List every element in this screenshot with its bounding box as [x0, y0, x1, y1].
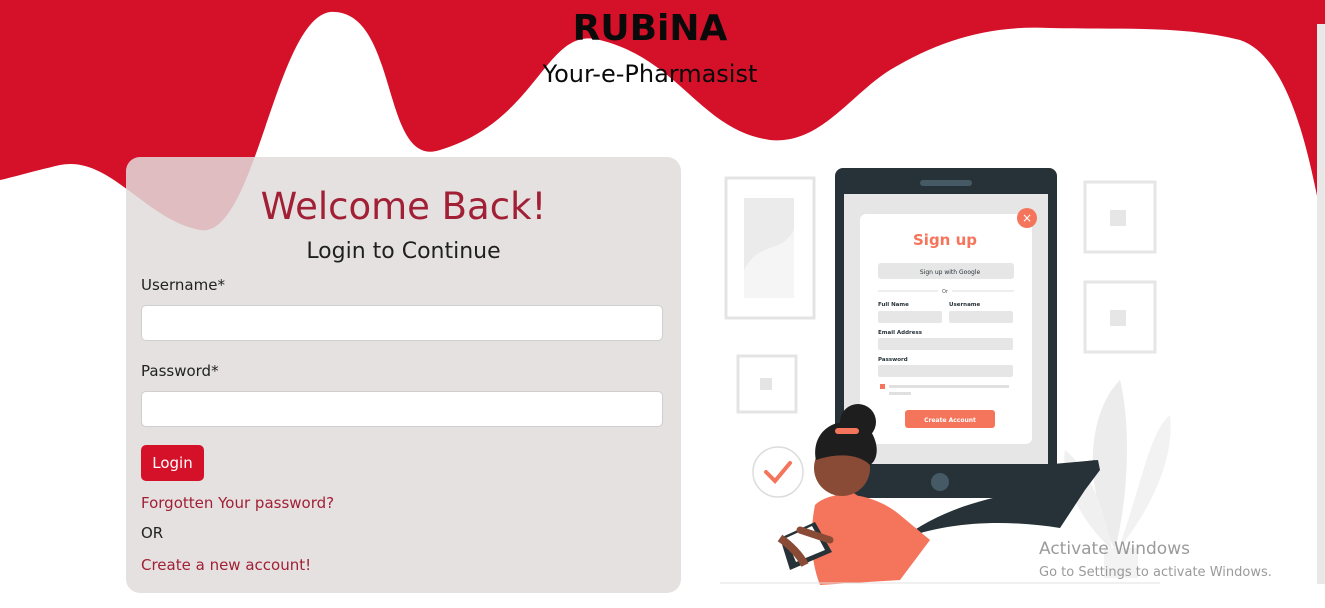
password-label: Password*	[141, 362, 219, 380]
password-text: Password	[878, 357, 908, 363]
email-text: Email Address	[878, 330, 923, 336]
password-input[interactable]	[141, 391, 663, 427]
username-text: Username	[949, 302, 981, 308]
username-label: Username*	[141, 276, 225, 294]
picture-frame-left	[724, 176, 816, 320]
or-separator: OR	[141, 524, 164, 542]
brand-title: RUBiNA	[572, 8, 728, 49]
username-input[interactable]	[141, 305, 663, 341]
page-scrollbar[interactable]	[1317, 24, 1325, 584]
activate-windows-subtitle: Go to Settings to activate Windows.	[1039, 565, 1272, 580]
checkmark-bubble-icon	[752, 446, 804, 498]
signup-title: Sign up	[913, 231, 977, 249]
welcome-heading: Welcome Back!	[260, 185, 547, 228]
login-subheading: Login to Continue	[306, 239, 501, 264]
login-card: Welcome Back! Login to Continue Username…	[126, 157, 681, 593]
close-icon: ×	[1022, 211, 1032, 225]
picture-frame-right-bottom	[1083, 280, 1157, 354]
divider-text: Or	[942, 289, 949, 295]
picture-frame-right-top	[1083, 180, 1157, 254]
google-signup-text: Sign up with Google	[920, 269, 981, 276]
signup-illustration: × Sign up Sign up with Google Or Full Na…	[720, 168, 1171, 585]
brand-tagline: Your-e-Pharmasist	[542, 60, 758, 88]
signup-form-card: × Sign up Sign up with Google Or Full Na…	[860, 208, 1037, 444]
activate-windows-title: Activate Windows	[1039, 539, 1190, 559]
create-account-link[interactable]: Create a new account!	[141, 556, 311, 574]
full-name-text: Full Name	[878, 302, 909, 308]
picture-frame-small	[736, 354, 798, 414]
login-button[interactable]: Login	[141, 445, 204, 481]
create-account-text: Create Account	[924, 417, 976, 424]
forgot-password-link[interactable]: Forgotten Your password?	[141, 494, 334, 512]
